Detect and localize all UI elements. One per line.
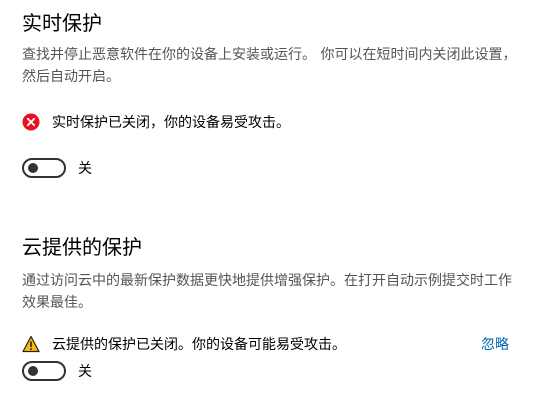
warning-triangle-icon (22, 335, 40, 353)
cloud-protection-toggle[interactable] (22, 361, 66, 381)
realtime-protection-description: 查找并停止恶意软件在你的设备上安装或运行。 你可以在短时间内关闭此设置，然后自动… (22, 47, 517, 85)
realtime-protection-title: 实时保护 (22, 11, 102, 35)
realtime-status: 实时保护已关闭，你的设备易受攻击。 (22, 112, 290, 132)
toggle-knob (28, 366, 38, 376)
error-circle-icon (22, 113, 40, 131)
cloud-status: 云提供的保护已关闭。你的设备可能易受攻击。 (22, 334, 346, 354)
realtime-toggle-state-label: 关 (78, 161, 92, 177)
cloud-protection-title: 云提供的保护 (22, 235, 142, 259)
cloud-protection-description: 通过访问云中的最新保护数据更快地提供增强保护。在打开自动示例提交时工作效果最佳。 (22, 273, 512, 311)
realtime-protection-toggle-row: 关 (22, 158, 92, 178)
toggle-knob (28, 163, 38, 173)
dismiss-link[interactable]: 忽略 (481, 334, 509, 354)
realtime-status-text: 实时保护已关闭，你的设备易受攻击。 (52, 115, 290, 131)
cloud-toggle-state-label: 关 (78, 364, 92, 380)
cloud-protection-toggle-row: 关 (22, 361, 92, 381)
realtime-protection-toggle[interactable] (22, 158, 66, 178)
cloud-status-text: 云提供的保护已关闭。你的设备可能易受攻击。 (52, 337, 346, 353)
